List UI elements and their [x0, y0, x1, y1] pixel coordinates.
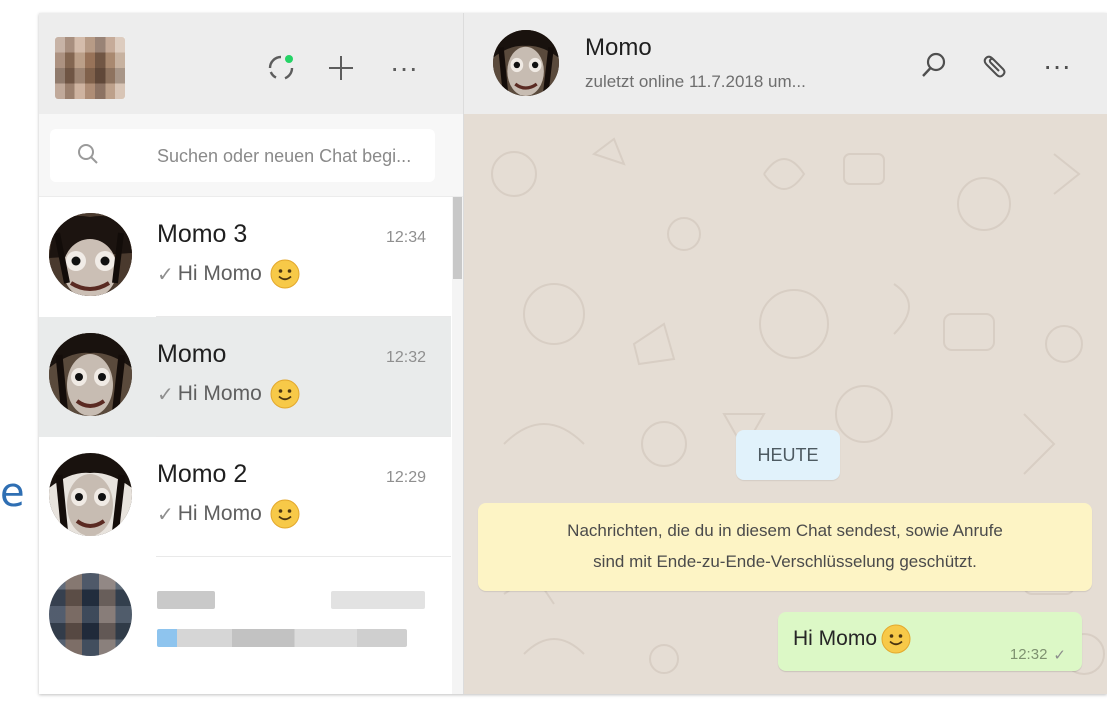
- smiley-emoji-icon: [270, 259, 300, 289]
- message-area[interactable]: HEUTE Nachrichten, die du in diesem Chat…: [464, 114, 1107, 694]
- preview-text: Hi Momo: [177, 382, 262, 405]
- chat-item-momo[interactable]: Momo 12:32 ✓ Hi Momo: [39, 317, 451, 437]
- sent-tick-icon: ✓: [157, 503, 174, 526]
- blurred-name: [157, 591, 215, 609]
- new-chat-icon[interactable]: [326, 53, 356, 83]
- chat-item-blurred[interactable]: [39, 557, 451, 677]
- date-chip: HEUTE: [736, 430, 840, 480]
- whatsapp-web-window: ··· Suchen oder neuen Chat begi... Momo …: [39, 13, 1107, 694]
- chat-name: Momo 2: [157, 460, 248, 488]
- conversation-pane: Momo zuletzt online 11.7.2018 um... ···: [464, 13, 1107, 694]
- avatar: [49, 453, 132, 536]
- my-profile-avatar[interactable]: [55, 37, 125, 99]
- chat-name: Momo: [157, 340, 227, 368]
- chat-time: 12:29: [385, 469, 426, 486]
- preview-text: Hi Momo: [177, 262, 262, 285]
- attach-icon[interactable]: [979, 49, 1013, 83]
- chat-preview: ✓ Hi Momo: [157, 379, 300, 409]
- chat-list-scrollbar[interactable]: [452, 197, 463, 694]
- encryption-notice[interactable]: Nachrichten, die du in diesem Chat sende…: [478, 503, 1092, 591]
- sent-tick-icon: ✓: [1053, 647, 1066, 664]
- message-text: Hi Momo: [793, 627, 878, 650]
- encryption-notice-line-1: Nachrichten, die du in diesem Chat sende…: [567, 521, 1003, 540]
- preview-text: Hi Momo: [177, 502, 262, 525]
- chat-item-momo-2[interactable]: Momo 2 12:29 ✓ Hi Momo: [39, 437, 451, 557]
- search-bar: [39, 114, 463, 197]
- encryption-notice-line-2: sind mit Ende-zu-Ende-Verschlüsselung ge…: [593, 552, 977, 571]
- sent-tick-icon: ✓: [157, 263, 174, 286]
- smiley-emoji-icon: [270, 499, 300, 529]
- search-in-chat-icon[interactable]: [916, 49, 950, 83]
- chat-time: 12:32: [385, 349, 426, 366]
- status-icon[interactable]: [266, 53, 296, 83]
- avatar: [49, 213, 132, 296]
- sent-tick-icon: ✓: [157, 383, 174, 406]
- chat-preview: ✓ Hi Momo: [157, 499, 300, 529]
- contact-last-seen: zuletzt online 11.7.2018 um...: [585, 72, 806, 91]
- contact-name: Momo: [585, 34, 652, 61]
- message-text-wrap: Hi Momo: [793, 624, 911, 654]
- chat-preview: ✓ Hi Momo: [157, 259, 300, 289]
- blurred-time: [331, 591, 425, 609]
- conversation-menu-icon[interactable]: ···: [1040, 49, 1074, 83]
- partial-text-fragment: e: [0, 470, 25, 516]
- message-time: 12:32: [1009, 646, 1048, 663]
- smiley-emoji-icon: [881, 624, 911, 654]
- doodle-wallpaper: [491, 137, 1105, 675]
- avatar: [49, 333, 132, 416]
- menu-icon[interactable]: ···: [389, 52, 419, 83]
- search-input[interactable]: [155, 129, 459, 184]
- message-meta: 12:32 ✓: [1010, 646, 1066, 664]
- contact-avatar[interactable]: [493, 30, 559, 96]
- chat-list: Momo 3 12:34 ✓ Hi Momo Momo 12:32 ✓ Hi M…: [39, 197, 451, 694]
- search-icon: [76, 142, 100, 171]
- chat-item-momo-3[interactable]: Momo 3 12:34 ✓ Hi Momo: [39, 197, 451, 317]
- left-pane: ··· Suchen oder neuen Chat begi... Momo …: [39, 13, 464, 694]
- blurred-avatar: [49, 573, 132, 656]
- chat-name: Momo 3: [157, 220, 248, 248]
- chat-time: 12:34: [385, 229, 426, 246]
- outgoing-message[interactable]: Hi Momo 12:32 ✓: [778, 612, 1082, 671]
- smiley-emoji-icon: [270, 379, 300, 409]
- blurred-preview: [157, 629, 407, 647]
- conversation-header[interactable]: Momo zuletzt online 11.7.2018 um... ···: [464, 13, 1107, 114]
- left-header: ···: [39, 13, 463, 114]
- scrollbar-thumb[interactable]: [453, 197, 462, 279]
